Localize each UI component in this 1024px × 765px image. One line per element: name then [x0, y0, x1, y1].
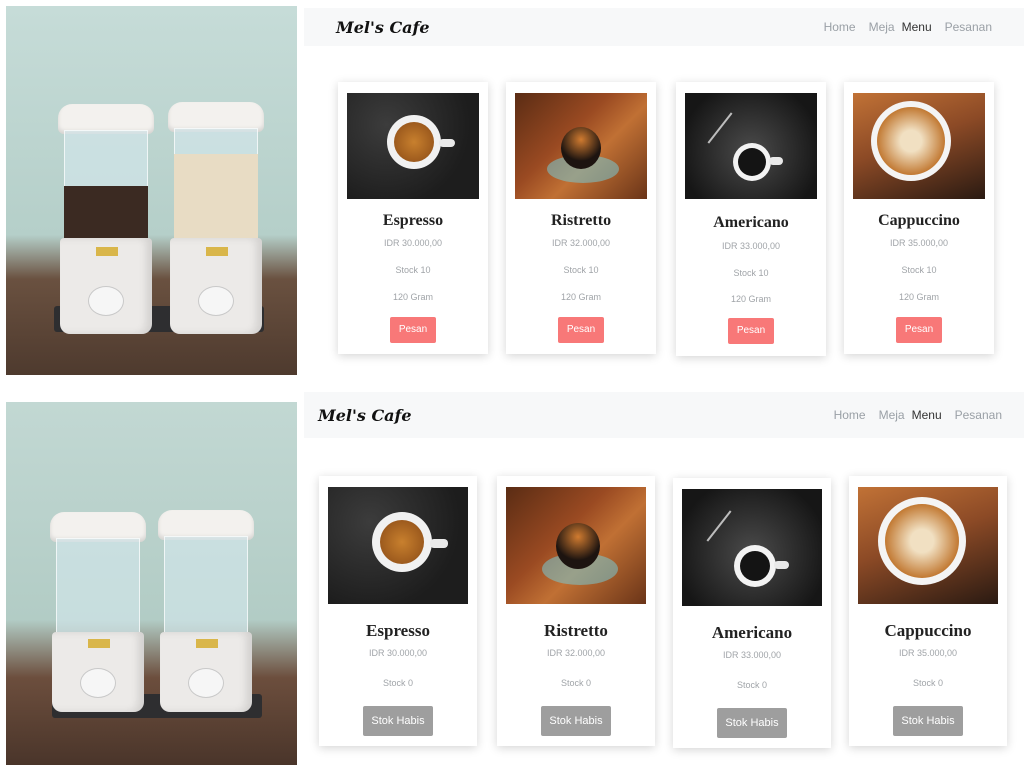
product-name: Ristretto — [544, 621, 608, 640]
sold-out-button[interactable]: Stok Habis — [893, 706, 963, 736]
coffee-dispenser — [58, 104, 154, 334]
sold-out-button[interactable]: Stok Habis — [541, 706, 611, 736]
product-name: Cappuccino — [884, 621, 972, 640]
ristretto-image — [506, 487, 646, 604]
product-price: IDR 33.000,00 — [722, 650, 782, 660]
menu-card-cappuccino: Cappuccino IDR 35.000,00 Stock 0 Stok Ha… — [849, 476, 1007, 746]
order-button[interactable]: Pesan — [728, 318, 774, 344]
espresso-image — [328, 487, 468, 604]
product-name: Espresso — [382, 212, 444, 229]
order-button[interactable]: Pesan — [390, 317, 436, 343]
product-price: IDR 33.000,00 — [721, 241, 781, 251]
ristretto-image — [515, 93, 647, 199]
product-stock: Stock 10 — [395, 265, 431, 275]
product-stock: Stock 10 — [733, 268, 769, 278]
menu-card-ristretto: Ristretto IDR 32.000,00 Stock 0 Stok Hab… — [497, 476, 655, 746]
product-weight: 120 Gram — [730, 294, 772, 304]
order-button[interactable]: Pesan — [896, 317, 942, 343]
menu-card-cappuccino: Cappuccino IDR 35.000,00 Stock 10 120 Gr… — [844, 82, 994, 354]
navbar: Mel's Cafe Home Meja Menu Pesanan — [304, 392, 1024, 438]
espresso-image — [347, 93, 479, 199]
product-name: Cappuccino — [878, 212, 960, 229]
product-stock: Stock 10 — [563, 265, 599, 275]
menu-page-in-stock: Mel's Cafe Home Meja Menu Pesanan Espres… — [304, 0, 1024, 380]
sold-out-button[interactable]: Stok Habis — [363, 706, 433, 736]
dispenser-photo-empty — [6, 402, 297, 765]
menu-card-espresso: Espresso IDR 30.000,00 Stock 0 Stok Habi… — [319, 476, 477, 746]
product-weight: 120 Gram — [560, 292, 602, 302]
sugar-dispenser — [168, 102, 264, 334]
product-name: Americano — [713, 214, 789, 231]
product-weight: 120 Gram — [898, 292, 940, 302]
americano-image — [685, 93, 817, 199]
menu-card-americano: Americano IDR 33.000,00 Stock 10 120 Gra… — [676, 82, 826, 356]
menu-card-espresso: Espresso IDR 30.000,00 Stock 10 120 Gram… — [338, 82, 488, 354]
product-price: IDR 35.000,00 — [889, 238, 949, 248]
sold-out-button[interactable]: Stok Habis — [717, 708, 787, 738]
nav-meja[interactable]: Meja — [869, 20, 895, 34]
nav-menu[interactable]: Menu — [912, 408, 942, 422]
menu-card-ristretto: Ristretto IDR 32.000,00 Stock 10 120 Gra… — [506, 82, 656, 354]
menu-page-sold-out: Mel's Cafe Home Meja Menu Pesanan Espres… — [304, 392, 1024, 765]
nav-meja[interactable]: Meja — [879, 408, 905, 422]
nav-links: Home Meja Menu Pesanan — [811, 20, 992, 34]
nav-home[interactable]: Home — [834, 408, 866, 422]
coffee-dispenser — [50, 512, 146, 712]
cappuccino-image — [853, 93, 985, 199]
product-price: IDR 32.000,00 — [551, 238, 611, 248]
product-price: IDR 35.000,00 — [898, 648, 958, 658]
product-price: IDR 32.000,00 — [546, 648, 606, 658]
nav-menu[interactable]: Menu — [902, 20, 932, 34]
cappuccino-image — [858, 487, 998, 604]
sugar-dispenser — [158, 510, 254, 712]
product-stock: Stock 0 — [912, 678, 943, 688]
brand-logo[interactable]: Mel's Cafe — [336, 18, 430, 37]
product-price: IDR 30.000,00 — [383, 238, 443, 248]
product-name: Espresso — [366, 621, 430, 640]
product-price: IDR 30.000,00 — [368, 648, 428, 658]
americano-image — [682, 489, 822, 606]
nav-links: Home Meja Menu Pesanan — [821, 408, 1002, 422]
product-stock: Stock 0 — [382, 678, 413, 688]
product-name: Ristretto — [550, 212, 612, 229]
brand-logo[interactable]: Mel's Cafe — [318, 406, 412, 425]
nav-home[interactable]: Home — [824, 20, 856, 34]
product-name: Americano — [711, 623, 793, 642]
menu-card-americano: Americano IDR 33.000,00 Stock 0 Stok Hab… — [673, 478, 831, 748]
nav-pesanan[interactable]: Pesanan — [945, 20, 992, 34]
order-button[interactable]: Pesan — [558, 317, 604, 343]
product-stock: Stock 0 — [736, 680, 767, 690]
product-stock: Stock 10 — [901, 265, 937, 275]
product-stock: Stock 0 — [560, 678, 591, 688]
nav-pesanan[interactable]: Pesanan — [955, 408, 1002, 422]
navbar: Mel's Cafe Home Meja Menu Pesanan — [304, 8, 1024, 46]
dispenser-photo-full — [6, 6, 297, 375]
product-weight: 120 Gram — [392, 292, 434, 302]
